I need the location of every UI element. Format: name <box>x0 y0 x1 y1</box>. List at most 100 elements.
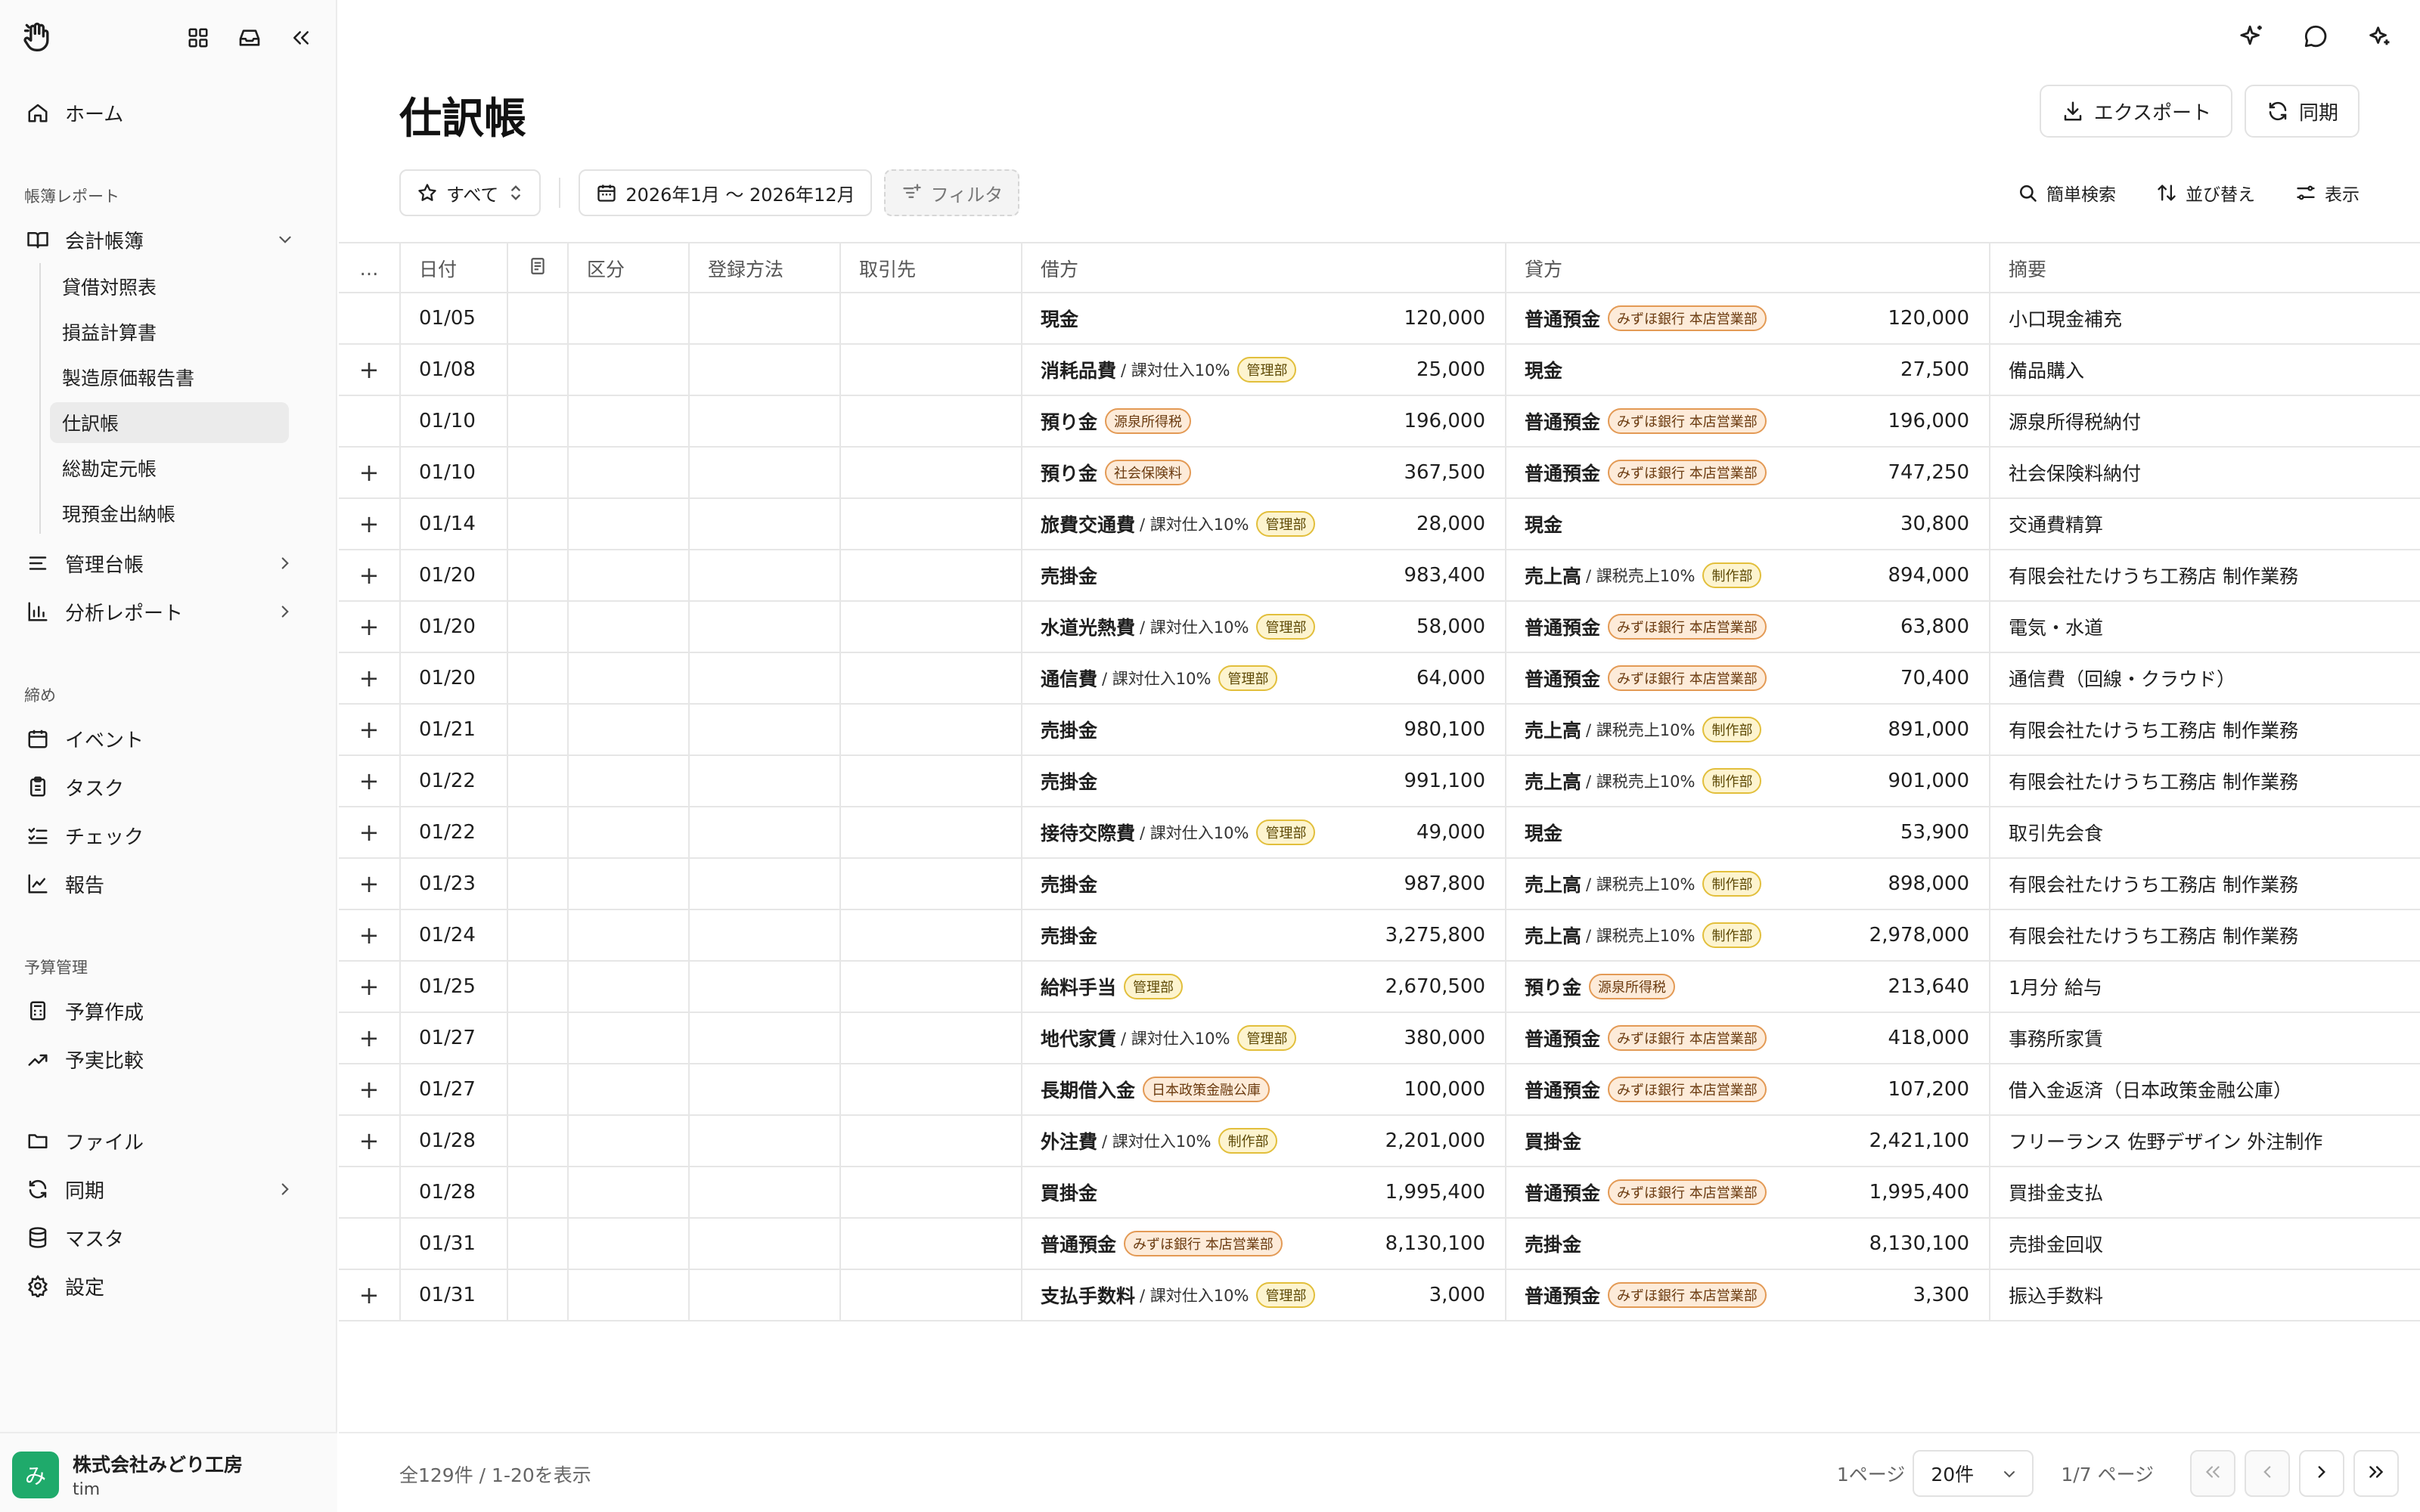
memo-cell[interactable]: 有限会社たけうち工務店 制作業務 <box>1989 756 2420 806</box>
nav-budget-compare[interactable]: 予実比較 <box>18 1039 318 1080</box>
row-expand-cell[interactable]: + <box>339 1064 399 1114</box>
partner-cell[interactable] <box>839 962 1021 1012</box>
export-button[interactable]: エクスポート <box>2039 85 2232 138</box>
partner-cell[interactable] <box>839 345 1021 395</box>
category-cell[interactable] <box>567 345 688 395</box>
date-range-picker[interactable]: 2026年1月 〜 2026年12月 <box>579 169 872 216</box>
debit-cell[interactable]: 売掛金 980,100 <box>1021 705 1505 754</box>
partner-cell[interactable] <box>839 1116 1021 1166</box>
registration-cell[interactable] <box>688 550 839 600</box>
plus-icon[interactable]: + <box>359 561 380 590</box>
date-cell[interactable]: 01/28 <box>399 1116 507 1166</box>
registration-cell[interactable] <box>688 1064 839 1114</box>
credit-cell[interactable]: 普通預金 みずほ銀行 本店営業部 107,200 <box>1505 1064 1989 1114</box>
row-expand-cell[interactable]: + <box>339 807 399 857</box>
table-row[interactable]: +01/22 売掛金 991,100 売上高 / 課税売上10% 制作部 901,000 有限… <box>339 756 2420 807</box>
credit-cell[interactable]: 売上高 / 課税売上10% 制作部 898,000 <box>1505 859 1989 909</box>
date-cell[interactable]: 01/31 <box>399 1219 507 1269</box>
plus-icon[interactable]: + <box>359 972 380 1001</box>
table-row[interactable]: 01/10 預り金 源泉所得税 196,000 普通預金 みずほ銀行 本店営業部 196,0… <box>339 396 2420 448</box>
memo-cell[interactable]: 事務所家賃 <box>1989 1013 2420 1063</box>
nav-settings[interactable]: 設定 <box>18 1266 318 1306</box>
credit-cell[interactable]: 普通預金 みずほ銀行 本店営業部 747,250 <box>1505 448 1989 497</box>
plus-icon[interactable]: + <box>359 1075 380 1104</box>
last-page-button[interactable] <box>2353 1450 2399 1497</box>
credit-cell[interactable]: 預り金 源泉所得税 213,640 <box>1505 962 1989 1012</box>
partner-cell[interactable] <box>839 293 1021 343</box>
display-settings-button[interactable]: 表示 <box>2294 180 2360 206</box>
memo-cell[interactable]: 借入金返済（日本政策金融公庫） <box>1989 1064 2420 1114</box>
partner-cell[interactable] <box>839 910 1021 960</box>
memo-cell[interactable]: 交通費精算 <box>1989 499 2420 549</box>
document-cell[interactable] <box>507 448 567 497</box>
registration-cell[interactable] <box>688 293 839 343</box>
table-row[interactable]: +01/10 預り金 社会保険料 367,500 普通預金 みずほ銀行 本店営業部 747,… <box>339 448 2420 499</box>
grid-icon[interactable] <box>183 23 213 53</box>
column-header-date[interactable]: 日付 <box>399 243 507 293</box>
document-cell[interactable] <box>507 1219 567 1269</box>
row-expand-cell[interactable]: + <box>339 602 399 652</box>
date-cell[interactable]: 01/10 <box>399 448 507 497</box>
table-row[interactable]: +01/24 売掛金 3,275,800 売上高 / 課税売上10% 制作部 2,978,0… <box>339 910 2420 962</box>
nav-analysis-reports[interactable]: 分析レポート <box>18 591 318 632</box>
debit-cell[interactable]: 預り金 源泉所得税 196,000 <box>1021 396 1505 446</box>
chat-bubble-icon[interactable] <box>2301 21 2331 51</box>
document-cell[interactable] <box>507 499 567 549</box>
plus-icon[interactable]: + <box>359 921 380 950</box>
table-row[interactable]: +01/08 消耗品費 / 課対仕入10% 管理部 25,000 現金 27,500 備品購入 <box>339 345 2420 396</box>
sub-item-cash-book[interactable]: 現預金出納帳 <box>50 493 289 534</box>
view-filter-select[interactable]: すべて <box>399 169 541 216</box>
row-expand-cell[interactable]: + <box>339 859 399 909</box>
date-cell[interactable]: 01/08 <box>399 345 507 395</box>
table-row[interactable]: +01/23 売掛金 987,800 売上高 / 課税売上10% 制作部 898,000 有限… <box>339 859 2420 910</box>
document-cell[interactable] <box>507 807 567 857</box>
plus-icon[interactable]: + <box>359 355 380 384</box>
debit-cell[interactable]: 支払手数料 / 課対仕入10% 管理部 3,000 <box>1021 1270 1505 1320</box>
date-cell[interactable]: 01/20 <box>399 653 507 703</box>
partner-cell[interactable] <box>839 396 1021 446</box>
date-cell[interactable]: 01/27 <box>399 1013 507 1063</box>
column-header-document[interactable] <box>507 243 567 293</box>
table-row[interactable]: +01/14 旅費交通費 / 課対仕入10% 管理部 28,000 現金 30,800 交通費… <box>339 499 2420 550</box>
memo-cell[interactable]: 1月分 給与 <box>1989 962 2420 1012</box>
plus-icon[interactable]: + <box>359 510 380 538</box>
sub-item-journal[interactable]: 仕訳帳 <box>50 402 289 443</box>
memo-cell[interactable]: 電気・水道 <box>1989 602 2420 652</box>
date-cell[interactable]: 01/24 <box>399 910 507 960</box>
registration-cell[interactable] <box>688 859 839 909</box>
partner-cell[interactable] <box>839 653 1021 703</box>
credit-cell[interactable]: 普通預金 みずほ銀行 本店営業部 418,000 <box>1505 1013 1989 1063</box>
document-cell[interactable] <box>507 653 567 703</box>
nav-checks[interactable]: チェック <box>18 815 318 856</box>
credit-cell[interactable]: 普通預金 みずほ銀行 本店営業部 3,300 <box>1505 1270 1989 1320</box>
plus-icon[interactable]: + <box>359 612 380 641</box>
date-cell[interactable]: 01/22 <box>399 756 507 806</box>
plus-icon[interactable]: + <box>359 869 380 898</box>
document-cell[interactable] <box>507 602 567 652</box>
registration-cell[interactable] <box>688 1219 839 1269</box>
date-cell[interactable]: 01/20 <box>399 602 507 652</box>
nav-tasks[interactable]: タスク <box>18 767 318 807</box>
memo-cell[interactable]: フリーランス 佐野デザイン 外注制作 <box>1989 1116 2420 1166</box>
date-cell[interactable]: 01/25 <box>399 962 507 1012</box>
date-cell[interactable]: 01/21 <box>399 705 507 754</box>
partner-cell[interactable] <box>839 1013 1021 1063</box>
debit-cell[interactable]: 売掛金 3,275,800 <box>1021 910 1505 960</box>
nav-sync[interactable]: 同期 <box>18 1169 318 1210</box>
debit-cell[interactable]: 旅費交通費 / 課対仕入10% 管理部 28,000 <box>1021 499 1505 549</box>
category-cell[interactable] <box>567 1064 688 1114</box>
document-cell[interactable] <box>507 756 567 806</box>
category-cell[interactable] <box>567 910 688 960</box>
date-cell[interactable]: 01/27 <box>399 1064 507 1114</box>
sync-button[interactable]: 同期 <box>2244 85 2360 138</box>
category-cell[interactable] <box>567 1270 688 1320</box>
debit-cell[interactable]: 外注費 / 課対仕入10% 制作部 2,201,000 <box>1021 1116 1505 1166</box>
column-header-partner[interactable]: 取引先 <box>839 243 1021 293</box>
category-cell[interactable] <box>567 653 688 703</box>
document-cell[interactable] <box>507 1270 567 1320</box>
filter-button[interactable]: フィルタ <box>883 169 1020 216</box>
document-cell[interactable] <box>507 293 567 343</box>
credit-cell[interactable]: 売掛金 8,130,100 <box>1505 1219 1989 1269</box>
plus-icon[interactable]: + <box>359 664 380 692</box>
document-cell[interactable] <box>507 1116 567 1166</box>
